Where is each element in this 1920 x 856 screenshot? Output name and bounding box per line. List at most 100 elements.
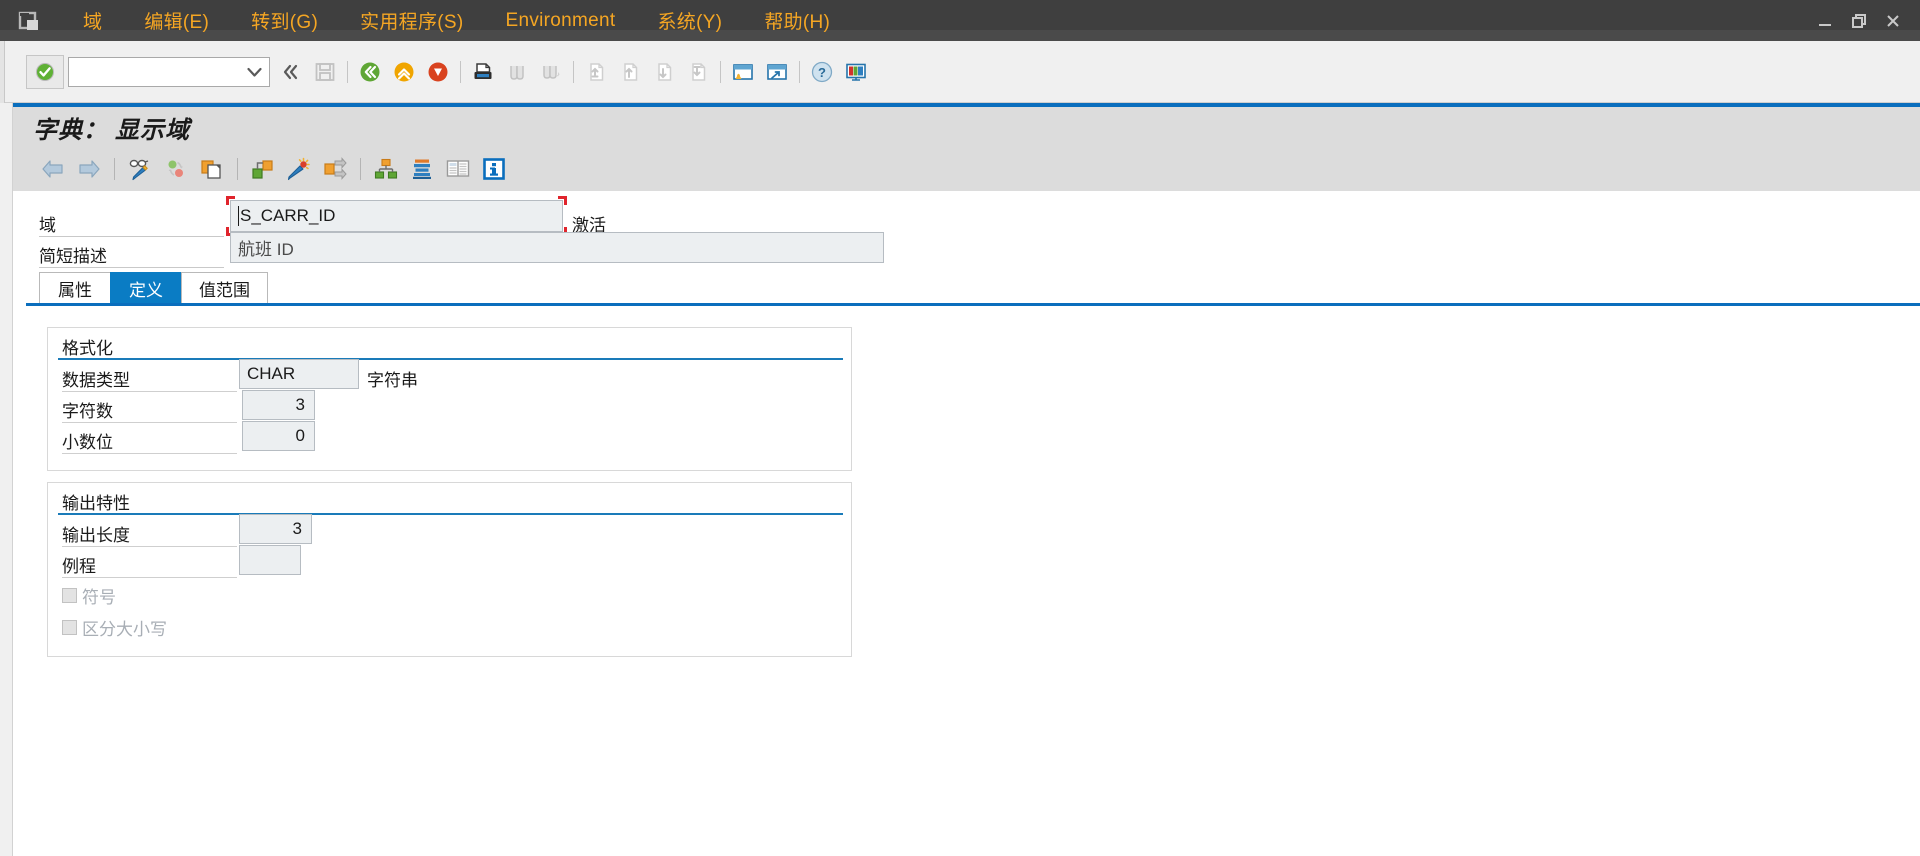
tab-label: 定义: [129, 280, 163, 300]
previous-object-icon[interactable]: [38, 154, 68, 184]
length-rule: [62, 422, 237, 423]
domain-label: 域: [39, 216, 56, 235]
output-length-input[interactable]: 3: [239, 514, 312, 544]
data-type-rule: [62, 391, 237, 392]
menu-item-system[interactable]: 系统(Y): [636, 5, 743, 36]
next-page-icon[interactable]: [649, 57, 679, 87]
decimals-label: 小数位: [62, 433, 113, 452]
copy-object-icon[interactable]: [197, 154, 227, 184]
tab-value-range[interactable]: 值范围: [181, 272, 268, 303]
help-icon[interactable]: ?: [807, 57, 837, 87]
menu-items: 域 编辑(E) 转到(G) 实用程序(S) Environment 系统(Y) …: [62, 5, 851, 36]
menu-item-domain[interactable]: 域: [62, 5, 123, 36]
decimals-input[interactable]: 0: [242, 421, 315, 451]
main-toolbar: ?: [0, 41, 1920, 103]
generate-icon[interactable]: [284, 154, 314, 184]
print-icon[interactable]: [468, 57, 498, 87]
menu-label: 转到(G): [251, 12, 319, 33]
content-area: 域 S_CARR_ID 激活 简短描述 航班 ID 属性 定义 值范围 格式化 …: [13, 191, 1920, 856]
data-type-label: 数据类型: [62, 371, 130, 390]
svg-text:?: ?: [818, 65, 826, 80]
formatting-group-rule: [58, 358, 843, 360]
enter-ok-icon[interactable]: [26, 54, 64, 89]
toolbar-separator: [347, 60, 348, 83]
domain-field-focus: S_CARR_ID: [226, 196, 567, 236]
domain-input[interactable]: S_CARR_ID: [230, 200, 563, 232]
length-label: 字符数: [62, 402, 113, 421]
menu-label: Environment: [505, 9, 616, 31]
hierarchy-icon[interactable]: [371, 154, 401, 184]
next-object-icon[interactable]: [74, 154, 104, 184]
lowercase-checkbox[interactable]: [62, 620, 77, 635]
menu-item-environment[interactable]: Environment: [485, 8, 637, 34]
tab-attributes[interactable]: 属性: [39, 272, 111, 303]
text-cursor: [238, 206, 239, 226]
apptoolbar-separator: [237, 158, 238, 180]
info-icon[interactable]: [479, 154, 509, 184]
domain-input-value: S_CARR_ID: [240, 206, 336, 225]
tab-strip: 属性 定义 值范围: [39, 272, 268, 303]
domain-label-underline: [39, 236, 224, 237]
previous-page-icon[interactable]: [615, 57, 645, 87]
create-session-icon[interactable]: [728, 57, 758, 87]
decimals-rule: [62, 453, 237, 454]
sign-checkbox-label: 符号: [82, 588, 116, 607]
tab-label: 属性: [58, 280, 92, 300]
customize-layout-icon[interactable]: [841, 57, 871, 87]
data-type-description: 字符串: [367, 371, 418, 390]
short-description-input[interactable]: 航班 ID: [230, 232, 884, 263]
sap-session-icon[interactable]: [14, 6, 44, 36]
data-type-value: CHAR: [247, 364, 296, 383]
documentation-icon[interactable]: [443, 154, 473, 184]
menu-item-help[interactable]: 帮助(H): [743, 5, 851, 36]
cancel-icon[interactable]: [423, 57, 453, 87]
menu-item-edit[interactable]: 编辑(E): [123, 5, 230, 36]
activate-icon[interactable]: [161, 154, 191, 184]
output-group: 输出特性 输出长度 3 例程 符号 区分大小写: [47, 482, 852, 657]
find-icon[interactable]: [502, 57, 532, 87]
conversion-routine-input[interactable]: [239, 545, 301, 575]
restore-button[interactable]: [1842, 4, 1876, 38]
display-change-icon[interactable]: [125, 154, 155, 184]
exit-icon[interactable]: [389, 57, 419, 87]
length-input[interactable]: 3: [242, 390, 315, 420]
database-object-icon[interactable]: [407, 154, 437, 184]
sign-checkbox[interactable]: [62, 588, 77, 603]
collapse-left-icon[interactable]: [276, 57, 306, 87]
chevron-down-icon[interactable]: [247, 67, 262, 78]
back-icon[interactable]: [355, 57, 385, 87]
left-rail: [0, 103, 13, 856]
tab-strip-underline: [26, 303, 1920, 306]
toolbar-separator: [460, 60, 461, 83]
menu-label: 编辑(E): [144, 12, 210, 33]
command-input[interactable]: [73, 58, 245, 85]
tab-definition[interactable]: 定义: [110, 272, 182, 303]
menu-bar: 域 编辑(E) 转到(G) 实用程序(S) Environment 系统(Y) …: [0, 0, 1920, 41]
where-used-list-icon[interactable]: [248, 154, 278, 184]
last-page-icon[interactable]: [683, 57, 713, 87]
create-shortcut-icon[interactable]: [762, 57, 792, 87]
data-type-input[interactable]: CHAR: [239, 359, 359, 389]
menu-label: 域: [83, 12, 103, 33]
save-icon[interactable]: [310, 57, 340, 87]
menu-label: 帮助(H): [764, 12, 831, 33]
minimize-button[interactable]: [1808, 4, 1842, 38]
find-next-icon[interactable]: [536, 57, 566, 87]
menu-item-goto[interactable]: 转到(G): [230, 5, 339, 36]
page-title: 字典： 显示域: [33, 117, 190, 144]
output-length-rule: [62, 546, 237, 547]
close-button[interactable]: [1876, 4, 1910, 38]
sign-checkbox-row[interactable]: 符号: [62, 583, 116, 608]
navigate-icon[interactable]: [320, 154, 350, 184]
conversion-routine-label: 例程: [62, 557, 96, 576]
formatting-group: 格式化 数据类型 CHAR 字符串 字符数 3 小数位 0: [47, 327, 852, 471]
output-length-label: 输出长度: [62, 526, 130, 545]
short-description-label: 简短描述: [39, 247, 107, 266]
toolbar-separator: [799, 60, 800, 83]
tab-label: 值范围: [199, 280, 250, 300]
menu-item-utilities[interactable]: 实用程序(S): [339, 5, 484, 36]
toolbar-separator: [720, 60, 721, 83]
lowercase-checkbox-row[interactable]: 区分大小写: [62, 615, 167, 640]
first-page-icon[interactable]: [581, 57, 611, 87]
command-field[interactable]: [68, 56, 270, 87]
